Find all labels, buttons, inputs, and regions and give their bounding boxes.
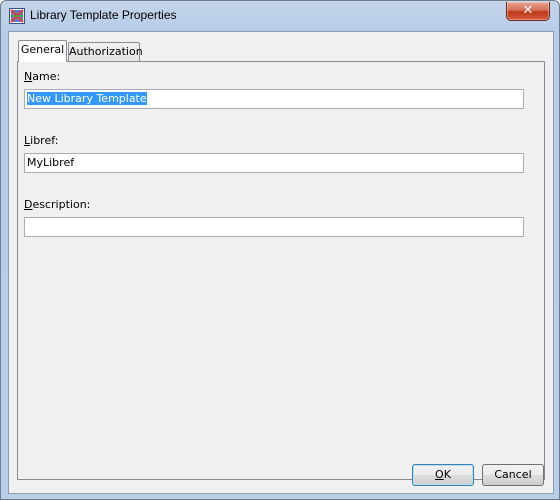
close-button[interactable]: ✕ (506, 2, 550, 21)
general-tab-panel: Name: New Library Template Libref: MyLib… (17, 61, 545, 480)
title-bar[interactable]: Library Template Properties ✕ (1, 1, 559, 31)
libref-label-text: ibref: (30, 134, 59, 147)
close-icon: ✕ (522, 3, 534, 18)
dialog-window: Library Template Properties ✕ General Au… (0, 0, 560, 500)
description-label: Description: (24, 198, 90, 211)
tab-general[interactable]: General (18, 40, 67, 62)
name-field-value: New Library Template (27, 92, 147, 105)
dialog-client-area: General Authorization Name: New Library … (8, 31, 554, 494)
ok-button-label: K (443, 468, 451, 481)
name-label: Name: (24, 70, 60, 83)
ok-button[interactable]: OK (412, 464, 474, 486)
description-field[interactable] (24, 217, 524, 237)
description-label-text: escription: (32, 198, 91, 211)
cancel-button[interactable]: Cancel (482, 464, 544, 486)
tab-general-label: General (20, 43, 65, 56)
name-label-mnemonic: N (24, 70, 33, 83)
libref-label: Libref: (24, 134, 58, 147)
name-label-text: ame: (32, 70, 61, 83)
tab-authorization[interactable]: Authorization (68, 42, 143, 62)
libref-field[interactable]: MyLibref (24, 153, 524, 173)
name-field[interactable]: New Library Template (24, 89, 524, 109)
ok-button-mnemonic: O (435, 468, 444, 481)
libref-field-value: MyLibref (27, 156, 75, 169)
window-title: Library Template Properties (30, 8, 177, 22)
tab-authorization-label: Authorization (69, 45, 143, 58)
library-template-icon (9, 8, 25, 24)
